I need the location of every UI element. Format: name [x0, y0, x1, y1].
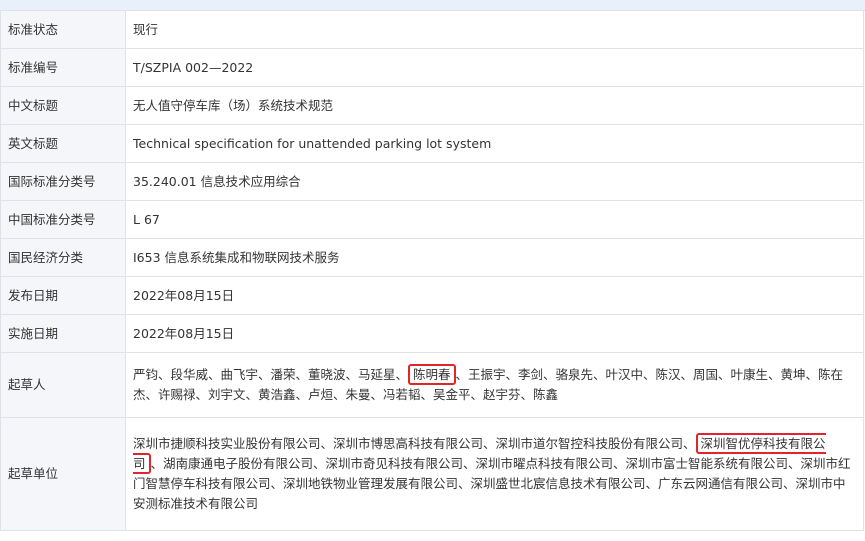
- row-label-publish-date: 发布日期: [0, 276, 126, 315]
- table-row: 中国标准分类号 L 67: [0, 200, 864, 239]
- table-row: 起草单位 深圳市捷顺科技实业股份有限公司、深圳市博思高科技有限公司、深圳市道尔智…: [0, 417, 864, 531]
- row-label-en-title: 英文标题: [0, 124, 126, 163]
- row-label-units: 起草单位: [0, 417, 126, 531]
- standard-info-table: 标准状态 现行 标准编号 T/SZPIA 002—2022 中文标题 无人值守停…: [0, 10, 864, 531]
- row-value-effective-date: 2022年08月15日: [125, 314, 864, 353]
- row-value-number: T/SZPIA 002—2022: [125, 48, 864, 87]
- row-value-en-title: Technical specification for unattended p…: [125, 124, 864, 163]
- row-label-effective-date: 实施日期: [0, 314, 126, 353]
- row-label-cn-title: 中文标题: [0, 86, 126, 125]
- table-row: 标准状态 现行: [0, 10, 864, 49]
- row-value-ccs: L 67: [125, 200, 864, 239]
- row-value-publish-date: 2022年08月15日: [125, 276, 864, 315]
- units-text-before: 深圳市捷顺科技实业股份有限公司、深圳市博思高科技有限公司、深圳市道尔智控科技股份…: [133, 436, 696, 451]
- row-label-ics: 国际标准分类号: [0, 162, 126, 201]
- row-value-drafters: 严钧、段华威、曲飞宇、潘荣、董晓波、马延星、 陈明春 、王振宇、李剑、骆泉先、叶汉中…: [125, 352, 864, 418]
- row-value-cn-title: 无人值守停车库（场）系统技术规范: [125, 86, 864, 125]
- row-value-ics: 35.240.01 信息技术应用综合: [125, 162, 864, 201]
- table-row: 发布日期 2022年08月15日: [0, 276, 864, 315]
- units-text-after: 、湖南康通电子股份有限公司、深圳市奇见科技有限公司、深圳市曜点科技有限公司、深圳…: [133, 456, 851, 511]
- row-label-economic-class: 国民经济分类: [0, 238, 126, 277]
- row-label-status: 标准状态: [0, 10, 126, 49]
- row-label-ccs: 中国标准分类号: [0, 200, 126, 239]
- row-label-drafters: 起草人: [0, 352, 126, 418]
- table-row: 标准编号 T/SZPIA 002—2022: [0, 48, 864, 87]
- row-value-units: 深圳市捷顺科技实业股份有限公司、深圳市博思高科技有限公司、深圳市道尔智控科技股份…: [125, 417, 864, 531]
- table-row: 英文标题 Technical specification for unatten…: [0, 124, 864, 163]
- table-row: 中文标题 无人值守停车库（场）系统技术规范: [0, 86, 864, 125]
- table-row: 国际标准分类号 35.240.01 信息技术应用综合: [0, 162, 864, 201]
- table-row: 起草人 严钧、段华威、曲飞宇、潘荣、董晓波、马延星、 陈明春 、王振宇、李剑、骆泉先…: [0, 352, 864, 418]
- table-row: 国民经济分类 I653 信息系统集成和物联网技术服务: [0, 238, 864, 277]
- row-value-status: 现行: [125, 10, 864, 49]
- row-label-number: 标准编号: [0, 48, 126, 87]
- table-row: 实施日期 2022年08月15日: [0, 314, 864, 353]
- row-value-economic-class: I653 信息系统集成和物联网技术服务: [125, 238, 864, 277]
- drafter-highlight: 陈明春: [408, 364, 456, 385]
- drafters-text-before: 严钧、段华威、曲飞宇、潘荣、董晓波、马延星、: [133, 367, 409, 382]
